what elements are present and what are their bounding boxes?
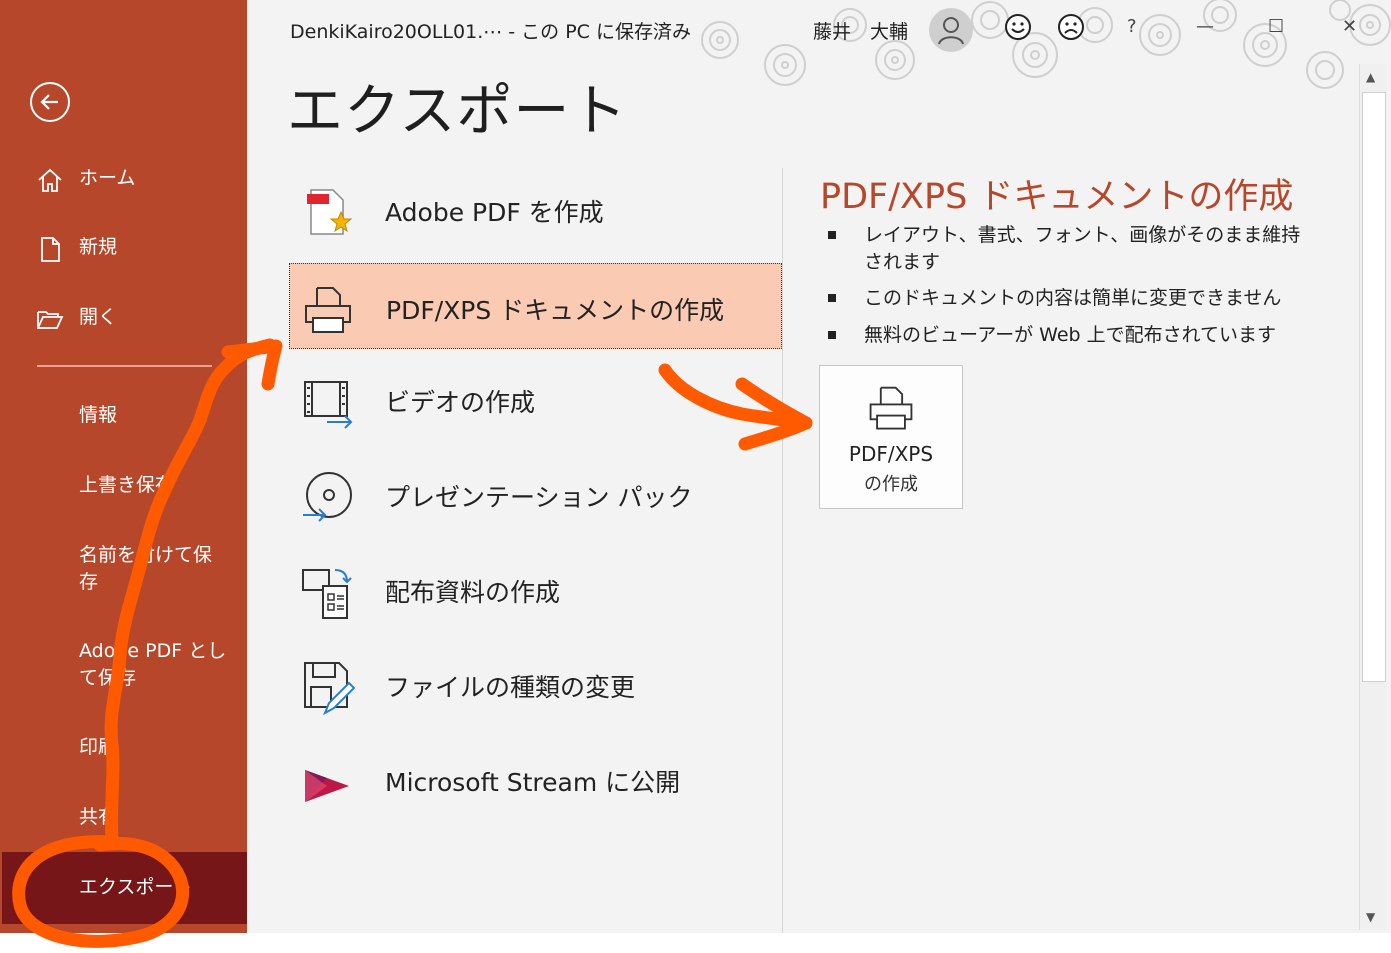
export-option-package-presentation[interactable]: プレゼンテーション パック	[289, 451, 782, 537]
scroll-thumb[interactable]	[1362, 92, 1386, 682]
sidebar-item-print[interactable]: 印刷	[79, 734, 239, 761]
bullet-marker	[828, 294, 836, 302]
detail-bullet: このドキュメントの内容は簡単に変更できません	[828, 285, 1308, 315]
sidebar-item-label: 新規	[79, 236, 118, 258]
back-arrow-icon	[40, 94, 58, 110]
sidebar-item-label: 開く	[79, 306, 118, 328]
sidebar-item-export[interactable]: エクスポート	[2, 852, 247, 924]
document-title: DenkiKairo20OLL01.⋯ - この PC に保存済み	[290, 21, 691, 43]
backstage-sidebar: ホーム 新規 開く 情報 上書き保存 名前を付けて保存 Adobe PDF とし…	[0, 0, 247, 933]
account-name[interactable]: 藤井 大輔	[813, 17, 908, 44]
sidebar-item-open[interactable]: 開く	[0, 293, 247, 341]
title-bar-pattern	[701, 0, 1391, 89]
sidebar-item-share[interactable]: 共有	[79, 804, 239, 831]
create-button-label: PDF/XPS	[848, 442, 934, 466]
save-as-icon	[304, 662, 355, 715]
sidebar-item-new[interactable]: 新規	[0, 223, 247, 271]
new-document-icon	[41, 237, 60, 262]
bullet-text: レイアウト、書式、フォント、画像がそのまま維持されます	[864, 224, 1301, 273]
adobe-pdf-icon	[307, 189, 353, 235]
powerpoint-backstage: ホーム 新規 開く 情報 上書き保存 名前を付けて保存 Adobe PDF とし…	[0, 0, 1391, 953]
column-divider	[782, 168, 783, 933]
export-option-label: 配布資料の作成	[385, 578, 561, 607]
page-title: エクスポート	[287, 79, 628, 144]
account-avatar[interactable]	[929, 8, 973, 52]
sidebar-item-info[interactable]: 情報	[79, 402, 239, 429]
frown-icon[interactable]	[1056, 12, 1086, 42]
export-option-label: ファイルの種類の変更	[385, 673, 636, 702]
stream-icon	[305, 770, 349, 802]
help-button[interactable]: ?	[1127, 16, 1137, 37]
sidebar-item-home[interactable]: ホーム	[0, 154, 247, 202]
video-icon	[304, 381, 353, 429]
close-button[interactable]: ✕	[1342, 16, 1357, 37]
export-option-change-file-type[interactable]: ファイルの種類の変更	[289, 641, 782, 727]
window-bottom-edge	[0, 933, 1391, 953]
create-pdf-xps-button[interactable]: PDF/XPS の作成	[819, 365, 963, 509]
user-icon	[938, 17, 964, 45]
detail-bullet: 無料のビューアーが Web 上で配布されています	[828, 322, 1308, 352]
export-option-adobe-pdf[interactable]: Adobe PDF を作成	[289, 166, 782, 252]
export-option-video[interactable]: ビデオの作成	[289, 356, 782, 442]
handout-icon	[302, 569, 352, 619]
folder-open-icon	[37, 311, 64, 329]
printer-icon	[869, 386, 913, 430]
maximize-button[interactable]: ☐	[1268, 16, 1284, 37]
export-option-pdf-xps[interactable]: PDF/XPS ドキュメントの作成	[289, 263, 782, 349]
printer-icon	[305, 287, 351, 333]
sidebar-item-label: ホーム	[79, 167, 136, 189]
vertical-scrollbar[interactable]: ▲ ▼	[1359, 64, 1387, 930]
scroll-up-icon[interactable]: ▲	[1366, 70, 1375, 84]
scroll-down-icon[interactable]: ▼	[1366, 910, 1375, 924]
sidebar-divider	[37, 365, 212, 367]
smile-icon[interactable]	[1003, 12, 1033, 42]
bullet-marker	[828, 231, 836, 239]
export-option-label: Microsoft Stream に公開	[385, 768, 681, 797]
bullet-text: このドキュメントの内容は簡単に変更できません	[864, 287, 1282, 309]
detail-title: PDF/XPS ドキュメントの作成	[820, 177, 1294, 217]
create-button-sublabel: の作成	[864, 474, 918, 495]
sidebar-item-label: エクスポート	[79, 876, 193, 898]
home-icon	[38, 168, 62, 192]
export-option-label: プレゼンテーション パック	[385, 483, 693, 512]
detail-bullet: レイアウト、書式、フォント、画像がそのまま維持されます	[828, 222, 1308, 278]
export-option-microsoft-stream[interactable]: Microsoft Stream に公開	[289, 736, 782, 822]
export-option-label: ビデオの作成	[385, 388, 536, 417]
export-option-label: Adobe PDF を作成	[385, 198, 604, 227]
back-button[interactable]	[30, 82, 70, 122]
bullet-text: 無料のビューアーが Web 上で配布されています	[864, 324, 1277, 346]
export-option-label: PDF/XPS ドキュメントの作成	[386, 296, 725, 325]
disc-icon	[303, 472, 352, 522]
sidebar-item-save[interactable]: 上書き保存	[79, 472, 239, 499]
export-option-handouts[interactable]: 配布資料の作成	[289, 546, 782, 632]
sidebar-item-save-as[interactable]: 名前を付けて保存	[79, 542, 229, 596]
minimize-button[interactable]: —	[1196, 16, 1214, 37]
sidebar-item-save-adobe-pdf[interactable]: Adobe PDF として保存	[79, 638, 234, 692]
bullet-marker	[828, 331, 836, 339]
